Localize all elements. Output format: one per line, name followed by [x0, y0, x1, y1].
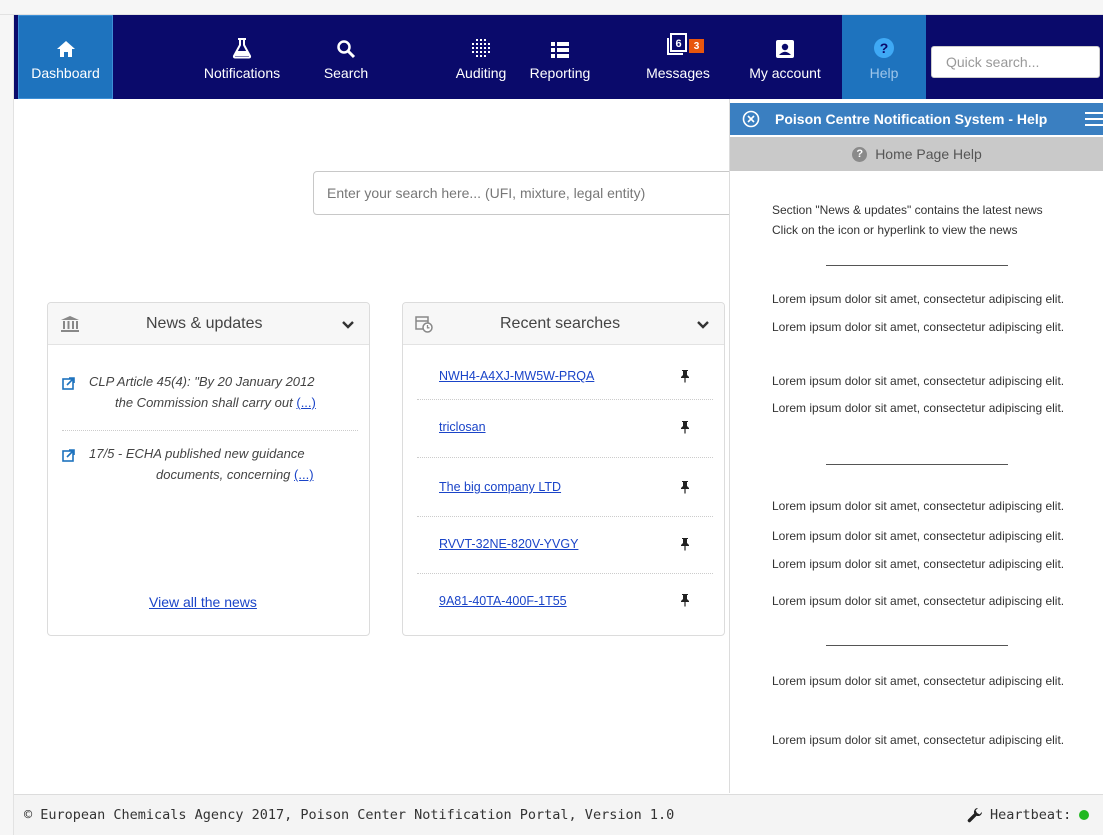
wrench-icon — [967, 807, 983, 823]
divider — [826, 265, 1008, 266]
question-icon: ? — [852, 146, 868, 162]
close-circle-icon[interactable] — [742, 110, 760, 131]
heartbeat-status: Heartbeat: — [967, 807, 1090, 823]
nav-dashboard-label: Dashboard — [31, 65, 100, 81]
nav-help[interactable]: ? Help — [842, 15, 926, 99]
help-intro-line: Section "News & updates" contains the la… — [772, 203, 1043, 217]
user-card-icon — [775, 33, 795, 59]
pin-icon[interactable] — [680, 420, 690, 439]
heartbeat-indicator — [1079, 810, 1090, 820]
news-more-link[interactable]: (...) — [294, 467, 314, 482]
recent-searches-header[interactable]: Recent searches — [403, 303, 724, 345]
help-text-line: Lorem ipsum dolor sit amet, consectetur … — [772, 401, 1065, 415]
help-panel-title: Poison Centre Notification System - Help — [775, 111, 1048, 127]
nav-messages[interactable]: 6 3 Messages — [638, 15, 718, 99]
divider — [826, 645, 1008, 646]
help-circle-icon: ? — [873, 33, 895, 59]
divider — [417, 457, 713, 458]
help-panel-header: Poison Centre Notification System - Help — [730, 103, 1103, 135]
footer: © European Chemicals Agency 2017, Poison… — [14, 794, 1103, 835]
window-top-edge — [0, 0, 1103, 15]
help-intro-line: Click on the icon or hyperlink to view t… — [772, 223, 1018, 237]
news-item[interactable]: CLP Article 45(4): "By 20 January 2012 t… — [62, 371, 362, 415]
list-icon — [550, 33, 570, 59]
help-text-line: Lorem ipsum dolor sit amet, consectetur … — [772, 374, 1065, 388]
help-text-line: Lorem ipsum dolor sit amet, consectetur … — [772, 594, 1065, 608]
recent-search-link[interactable]: NWH4-A4XJ-MW5W-PRQA — [439, 369, 594, 383]
home-icon — [56, 33, 76, 59]
pin-icon[interactable] — [680, 537, 690, 556]
help-subheader: ? Home Page Help — [730, 137, 1103, 171]
chevron-down-icon[interactable] — [341, 317, 355, 335]
news-item-line1: 17/5 - ECHA published new guidance — [89, 446, 305, 461]
divider — [417, 573, 713, 574]
divider — [417, 516, 713, 517]
recent-search-link[interactable]: RVVT-32NE-820V-YVGY — [439, 537, 578, 551]
news-more-link[interactable]: (...) — [296, 395, 316, 410]
main-navbar: Dashboard Notifications Search Auditing — [14, 15, 1103, 99]
nav-reporting-label: Reporting — [529, 65, 591, 81]
nav-my-account[interactable]: My account — [740, 15, 830, 99]
calendar-history-icon — [415, 315, 433, 338]
nav-auditing-label: Auditing — [455, 65, 507, 81]
external-link-icon[interactable] — [62, 375, 75, 396]
view-all-news-link[interactable]: View all the news — [149, 594, 257, 610]
nav-search-label: Search — [323, 65, 369, 81]
news-item[interactable]: 17/5 - ECHA published new guidance docum… — [62, 443, 362, 487]
search-icon — [336, 33, 356, 59]
nav-my-account-label: My account — [749, 65, 821, 81]
news-panel-header[interactable]: News & updates — [48, 303, 369, 345]
news-item-line1: CLP Article 45(4): "By 20 January 2012 — [89, 374, 315, 389]
help-text-line: Lorem ipsum dolor sit amet, consectetur … — [772, 733, 1065, 747]
nav-notifications-label: Notifications — [203, 65, 281, 81]
messages-unread-badge: 3 — [689, 39, 704, 53]
nav-search[interactable]: Search — [312, 15, 380, 99]
divider — [417, 399, 713, 400]
news-item-line2: the Commission shall carry out — [115, 395, 293, 410]
help-text-line: Lorem ipsum dolor sit amet, consectetur … — [772, 499, 1065, 513]
recent-search-link[interactable]: 9A81-40TA-400F-1T55 — [439, 594, 567, 608]
svg-text:6: 6 — [675, 38, 681, 50]
help-subtitle: Home Page Help — [875, 146, 982, 162]
heartbeat-label: Heartbeat: — [990, 807, 1072, 823]
messages-icon-wrap: 6 3 — [665, 33, 704, 59]
recent-searches-title: Recent searches — [500, 315, 621, 332]
news-item-line2: documents, concerning — [156, 467, 291, 482]
nav-auditing[interactable]: Auditing — [440, 15, 522, 99]
auditing-grid-icon — [470, 33, 492, 59]
nav-dashboard[interactable]: Dashboard — [18, 15, 113, 99]
help-panel: Poison Centre Notification System - Help… — [729, 99, 1103, 793]
recent-search-link[interactable]: The big company LTD — [439, 480, 561, 494]
help-text-line: Lorem ipsum dolor sit amet, consectetur … — [772, 674, 1065, 688]
divider — [62, 430, 358, 431]
help-text-line: Lorem ipsum dolor sit amet, consectetur … — [772, 320, 1065, 334]
window-left-edge — [0, 15, 14, 835]
nav-messages-label: Messages — [646, 65, 710, 81]
pin-icon[interactable] — [680, 593, 690, 612]
main-search-input[interactable] — [313, 171, 733, 215]
hamburger-menu-icon[interactable] — [1085, 112, 1103, 129]
svg-text:?: ? — [880, 40, 889, 56]
external-link-icon[interactable] — [62, 447, 75, 468]
divider — [826, 464, 1008, 465]
nav-reporting[interactable]: Reporting — [520, 15, 600, 99]
flask-icon — [232, 33, 252, 59]
nav-notifications[interactable]: Notifications — [192, 15, 292, 99]
news-panel-title: News & updates — [146, 315, 263, 332]
recent-searches-panel: Recent searches NWH4-A4XJ-MW5W-PRQA tric… — [402, 302, 725, 636]
chevron-down-icon[interactable] — [696, 317, 710, 335]
footer-copyright: © European Chemicals Agency 2017, Poison… — [24, 807, 675, 823]
news-panel: News & updates CLP Article 45(4): "By 20… — [47, 302, 370, 636]
pin-icon[interactable] — [680, 369, 690, 388]
quick-search-input[interactable] — [931, 46, 1100, 78]
help-text-line: Lorem ipsum dolor sit amet, consectetur … — [772, 557, 1065, 571]
help-text-line: Lorem ipsum dolor sit amet, consectetur … — [772, 292, 1065, 306]
pin-icon[interactable] — [680, 480, 690, 499]
nav-help-label: Help — [869, 65, 899, 81]
bank-icon — [60, 315, 80, 338]
help-text-line: Lorem ipsum dolor sit amet, consectetur … — [772, 529, 1065, 543]
messages-icon: 6 3 — [665, 33, 704, 59]
recent-search-link[interactable]: triclosan — [439, 420, 486, 434]
